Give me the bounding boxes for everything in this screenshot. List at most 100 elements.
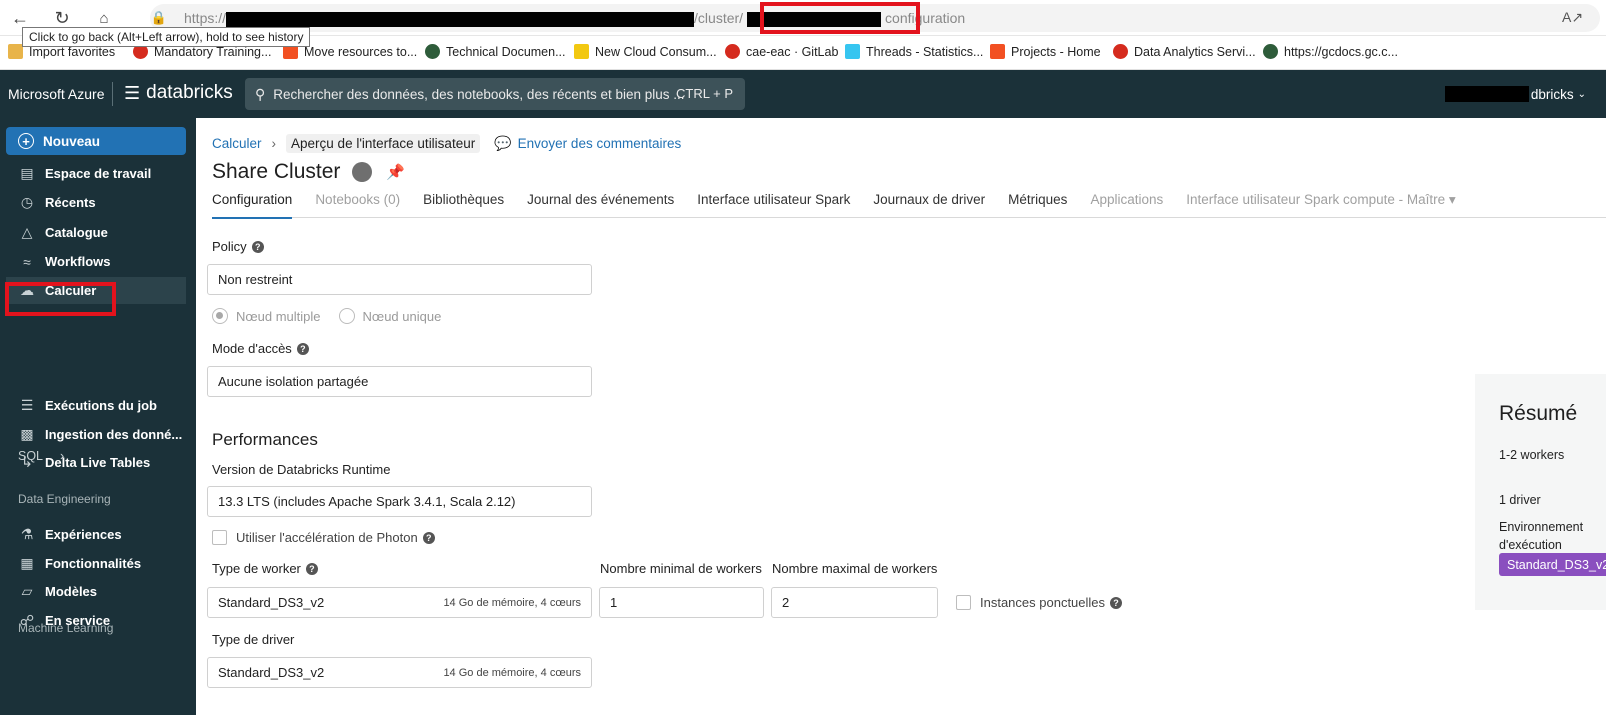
help-icon[interactable]: ?	[251, 240, 264, 253]
tab-configuration[interactable]: Configuration	[212, 192, 293, 219]
help-icon[interactable]: ?	[422, 531, 435, 544]
user-menu[interactable]: dbricks ⌄	[1444, 86, 1586, 102]
sidebar: + Nouveau ▤ Espace de travail ◷ Récents △ C…	[0, 118, 196, 715]
breadcrumb-compute-link[interactable]: Calculer	[212, 136, 262, 151]
runtime-select[interactable]: 13.3 LTS (includes Apache Spark 3.4.1, S…	[207, 486, 592, 517]
workspace-icon: ▤	[20, 165, 34, 181]
cluster-status-icon	[352, 162, 373, 182]
min-workers-label: Nombre minimal de workers	[600, 561, 762, 576]
multi-node-radio[interactable]	[212, 308, 228, 324]
serving-icon: ☍	[19, 612, 35, 628]
single-node-radio[interactable]	[338, 308, 355, 324]
search-icon: ⚲	[255, 85, 266, 102]
runtime-label: Version de Databricks Runtime	[212, 462, 391, 477]
bookmark-item[interactable]: Projects - Home	[990, 44, 1101, 59]
breadcrumb-separator: ›	[271, 136, 277, 151]
max-workers-label: Nombre maximal de workers	[772, 561, 938, 576]
node-type-radio-group: Nœud multiple Nœud unique	[212, 308, 441, 324]
help-icon[interactable]: ?	[296, 342, 309, 355]
help-icon[interactable]: ?	[1110, 596, 1123, 609]
summary-driver: 1 driver	[1499, 493, 1541, 507]
worker-type-label: Type de worker?	[212, 561, 318, 576]
send-feedback-link[interactable]: 💬 Envoyer des commentaires	[494, 135, 681, 152]
summary-title: Résumé	[1499, 402, 1578, 425]
page-title: Share Cluster 📌	[212, 160, 406, 183]
bookmark-item[interactable]: cae-eac · GitLab	[725, 44, 838, 59]
maple-leaf-icon	[725, 44, 740, 59]
sidebar-item-delta-live-tables[interactable]: ↳ Delta Live Tables	[6, 449, 186, 476]
job-runs-icon: ☰	[20, 397, 34, 413]
tab-applications[interactable]: Applications	[1090, 192, 1163, 218]
tab-notebooks-0[interactable]: Notebooks (0)	[315, 192, 400, 218]
sidebar-item-workspace[interactable]: ▤ Espace de travail	[6, 160, 186, 187]
bookmark-item[interactable]: Data Analytics Servi...	[1113, 44, 1256, 59]
redacted-block	[1444, 86, 1529, 102]
summary-panel: Résumé 1-2 workers 1 driver Environnemen…	[1475, 374, 1606, 610]
sidebar-item-catalog[interactable]: △ Catalogue	[6, 219, 186, 246]
bookmark-item[interactable]: Threads - Statistics...	[845, 44, 983, 59]
tab-interface-utilisateur-spark-compute-ma-tre[interactable]: Interface utilisateur Spark compute - Ma…	[1186, 192, 1455, 218]
compute-highlight-box	[5, 282, 116, 316]
bookmark-item[interactable]: Technical Documen...	[425, 44, 566, 59]
ui-preview-badge[interactable]: Aperçu de l'interface utilisateur	[286, 134, 481, 153]
global-search-input[interactable]: ⚲ Rechercher des données, des notebooks,…	[245, 78, 745, 110]
workflows-icon: ≈	[23, 253, 31, 270]
sidebar-item-models[interactable]: ▱ Modèles	[6, 578, 186, 605]
feedback-icon: 💬	[494, 135, 512, 151]
section-data-engineering: Data Engineering	[18, 492, 111, 506]
redacted-block	[226, 11, 695, 27]
sidebar-item-experiments[interactable]: ⚗ Expériences	[6, 521, 186, 548]
tab-m-triques[interactable]: Métriques	[1008, 192, 1067, 218]
summary-runtime-env: Environnement d'exécution	[1499, 520, 1584, 552]
bookmark-item[interactable]: New Cloud Consum...	[574, 44, 717, 59]
delta-icon: ↳	[21, 454, 33, 470]
url-highlight-box	[760, 2, 920, 34]
tab-journal-des-v-nements[interactable]: Journal des événements	[527, 192, 674, 218]
gc-icon	[1263, 44, 1278, 59]
pin-icon[interactable]: 📌	[386, 163, 405, 181]
spot-instances-checkbox[interactable]	[956, 595, 971, 610]
access-mode-select[interactable]: Aucune isolation partagée	[207, 366, 592, 397]
performance-section-title: Performances	[212, 430, 318, 449]
access-mode-label: Mode d'accès?	[212, 341, 309, 356]
databricks-logo-icon: ☰	[124, 82, 141, 103]
spot-instances-option: Instances ponctuelles?	[956, 595, 1123, 610]
tab-biblioth-ques[interactable]: Bibliothèques	[423, 192, 504, 218]
bookmark-item[interactable]: https://gcdocs.gc.c...	[1263, 44, 1398, 59]
ingestion-icon: ▩	[20, 426, 34, 442]
driver-type-hint: 14 Go de mémoire, 4 cœurs	[443, 667, 581, 679]
experiments-icon: ⚗	[20, 526, 34, 542]
search-shortcut: CTRL + P	[676, 86, 733, 101]
folder-icon	[8, 44, 23, 59]
photon-checkbox[interactable]	[212, 530, 227, 545]
header-divider	[112, 82, 113, 106]
sidebar-item-recents[interactable]: ◷ Récents	[6, 189, 186, 216]
sidebar-item-workflows[interactable]: ≈ Workflows	[6, 248, 186, 275]
tab-interface-utilisateur-spark[interactable]: Interface utilisateur Spark	[697, 192, 850, 218]
sidebar-item-job-runs[interactable]: ☰ Exécutions du job	[6, 392, 186, 419]
driver-type-select[interactable]: Standard_DS3_v2 14 Go de mémoire, 4 cœur…	[207, 657, 592, 688]
sidebar-item-serving[interactable]: ☍ En service	[6, 607, 186, 634]
new-button[interactable]: + Nouveau	[6, 127, 186, 155]
worker-type-select[interactable]: Standard_DS3_v2 14 Go de mémoire, 4 cœur…	[207, 587, 592, 618]
read-aloud-icon[interactable]: A↗	[1562, 9, 1583, 26]
databricks-logo[interactable]: ☰ databricks	[124, 82, 233, 104]
models-icon: ▱	[21, 583, 33, 599]
features-icon: ▦	[20, 555, 34, 571]
clock-icon: ◷	[20, 194, 34, 210]
policy-select[interactable]: Non restreint	[207, 264, 592, 295]
min-workers-input[interactable]: 1	[599, 587, 764, 618]
driver-type-label: Type de driver	[212, 632, 295, 647]
worker-type-hint: 14 Go de mémoire, 4 cœurs	[443, 597, 581, 609]
chevron-down-icon: ⌄	[1577, 88, 1586, 100]
sidebar-item-data-ingestion[interactable]: ▩ Ingestion des donné...	[6, 421, 186, 448]
plus-icon: +	[18, 133, 34, 149]
gc-icon	[425, 44, 440, 59]
help-icon[interactable]: ?	[305, 562, 318, 575]
browser-toolbar: ← ↻ ⌂ 🔒 https:///cluster/configuration A…	[0, 0, 1606, 47]
main-content: Calculer › Aperçu de l'interface utilisa…	[196, 118, 1606, 715]
breadcrumb: Calculer › Aperçu de l'interface utilisa…	[212, 134, 681, 153]
sidebar-item-features[interactable]: ▦ Fonctionnalités	[6, 550, 186, 577]
tab-journaux-de-driver[interactable]: Journaux de driver	[873, 192, 985, 218]
max-workers-input[interactable]: 2	[771, 587, 938, 618]
